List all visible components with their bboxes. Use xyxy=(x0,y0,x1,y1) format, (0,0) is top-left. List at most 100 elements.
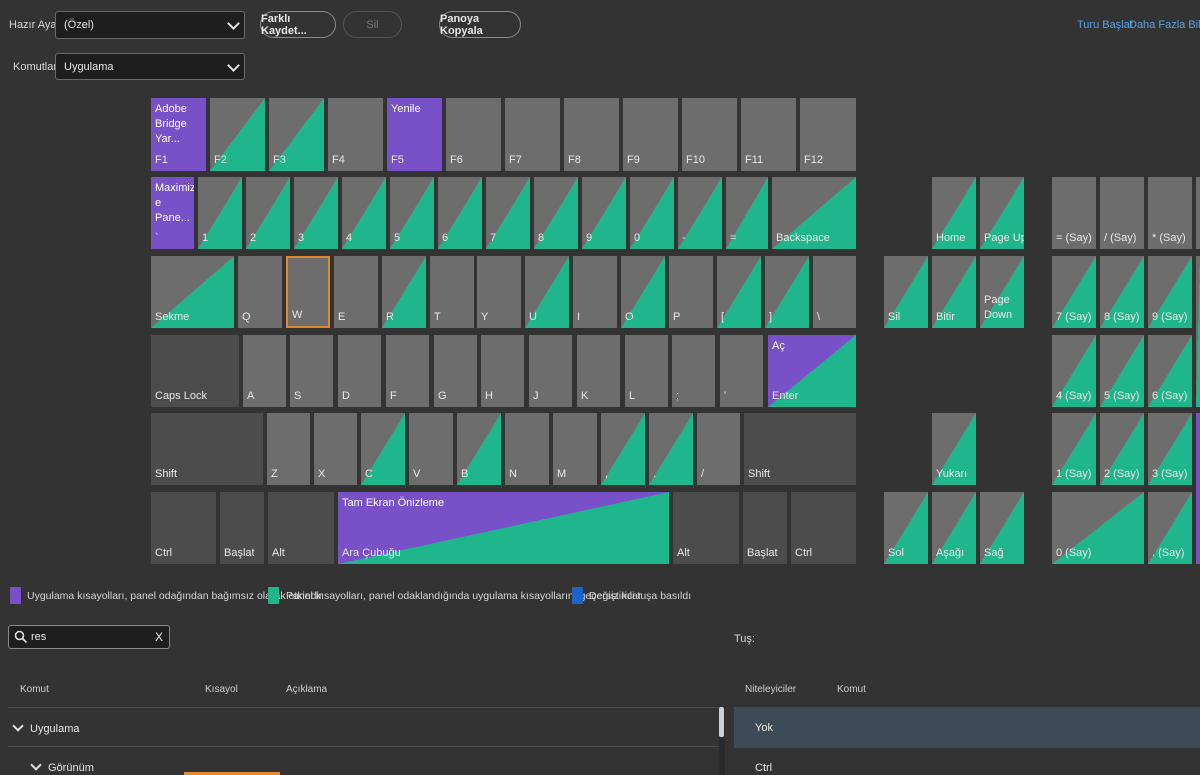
key-up[interactable]: Yukarı xyxy=(932,413,976,485)
key-pagedown[interactable]: Page Down xyxy=(980,256,1024,328)
key-slash[interactable]: / xyxy=(697,413,740,485)
key-c[interactable]: C xyxy=(361,413,405,485)
key-u[interactable]: U xyxy=(525,256,569,328)
key-p[interactable]: P xyxy=(669,256,713,328)
key-o[interactable]: O xyxy=(621,256,665,328)
key-f3[interactable]: F3 xyxy=(269,98,324,171)
key-d0[interactable]: 0 xyxy=(630,177,674,249)
key-del[interactable]: Sil xyxy=(884,256,928,328)
key-backtick[interactable]: Maximiz e Pane... ` xyxy=(151,177,194,249)
key-d[interactable]: D xyxy=(338,335,381,407)
key-b[interactable]: B xyxy=(457,413,501,485)
key-f2[interactable]: F2 xyxy=(210,98,265,171)
key-num-plus[interactable] xyxy=(1196,256,1200,407)
key-d9[interactable]: 9 xyxy=(582,177,626,249)
key-s[interactable]: S xyxy=(290,335,333,407)
key-r[interactable]: R xyxy=(382,256,426,328)
scrollbar-track[interactable] xyxy=(719,707,725,775)
key-d2[interactable]: 2 xyxy=(246,177,290,249)
key-num9[interactable]: 9 (Say) xyxy=(1148,256,1192,328)
key-f8[interactable]: F8 xyxy=(564,98,619,171)
key-i[interactable]: I xyxy=(573,256,617,328)
key-pageup[interactable]: Page Up xyxy=(980,177,1024,249)
key-num8[interactable]: 8 (Say) xyxy=(1100,256,1144,328)
key-q[interactable]: Q xyxy=(238,256,282,328)
key-d3[interactable]: 3 xyxy=(294,177,338,249)
modifier-row-none[interactable]: Yok xyxy=(734,707,1200,747)
key-v[interactable]: V xyxy=(409,413,453,485)
key-f9[interactable]: F9 xyxy=(623,98,678,171)
key-h[interactable]: H xyxy=(481,335,524,407)
clear-search-icon[interactable]: X xyxy=(155,630,163,644)
key-f[interactable]: F xyxy=(386,335,429,407)
key-f7[interactable]: F7 xyxy=(505,98,560,171)
key-num3[interactable]: 3 (Say) xyxy=(1148,413,1192,485)
key-left[interactable]: Sol xyxy=(884,492,928,564)
key-num7[interactable]: 7 (Say) xyxy=(1052,256,1096,328)
key-num2[interactable]: 2 (Say) xyxy=(1100,413,1144,485)
key-backspace[interactable]: Backspace xyxy=(772,177,856,249)
key-n[interactable]: N xyxy=(505,413,549,485)
key-down[interactable]: Aşağı xyxy=(932,492,976,564)
column-header-description[interactable]: Açıklama xyxy=(286,684,327,695)
key-period[interactable]: . xyxy=(649,413,693,485)
key-num5[interactable]: 5 (Say) xyxy=(1100,335,1144,407)
chevron-down-icon[interactable] xyxy=(30,759,42,771)
key-numdot[interactable]: . (Say) xyxy=(1148,492,1192,564)
key-l[interactable]: L xyxy=(625,335,668,407)
key-semicolon[interactable]: ; xyxy=(672,335,715,407)
key-w[interactable]: W xyxy=(286,256,330,328)
key-m[interactable]: M xyxy=(553,413,597,485)
key-ralt[interactable]: Alt xyxy=(673,492,739,564)
key-rstart[interactable]: Başlat xyxy=(743,492,787,564)
key-k[interactable]: K xyxy=(577,335,620,407)
key-lctrl[interactable]: Ctrl xyxy=(151,492,216,564)
key-lstart[interactable]: Başlat xyxy=(220,492,264,564)
column-header-modifiers[interactable]: Niteleyiciler xyxy=(745,684,796,695)
key-rctrl[interactable]: Ctrl xyxy=(791,492,856,564)
key-minus[interactable]: - xyxy=(678,177,722,249)
key-home[interactable]: Home xyxy=(932,177,976,249)
key-lshift[interactable]: Shift xyxy=(151,413,263,485)
column-header-key-command[interactable]: Komut xyxy=(837,684,866,695)
key-num1[interactable]: 1 (Say) xyxy=(1052,413,1096,485)
key-num4[interactable]: 4 (Say) xyxy=(1052,335,1096,407)
key-d8[interactable]: 8 xyxy=(534,177,578,249)
key-d7[interactable]: 7 xyxy=(486,177,530,249)
key-lalt[interactable]: Alt xyxy=(268,492,334,564)
key-num_div[interactable]: / (Say) xyxy=(1100,177,1144,249)
key-f11[interactable]: F11 xyxy=(741,98,796,171)
key-tab[interactable]: Sekme xyxy=(151,256,234,328)
key-y[interactable]: Y xyxy=(477,256,521,328)
key-num0[interactable]: 0 (Say) xyxy=(1052,492,1144,564)
key-j[interactable]: J xyxy=(529,335,572,407)
key-num6[interactable]: 6 (Say) xyxy=(1148,335,1192,407)
scrollbar-thumb[interactable] xyxy=(719,707,724,737)
search-input[interactable]: res xyxy=(31,631,46,643)
key-lbracket[interactable]: [ xyxy=(717,256,761,328)
key-num-enter[interactable] xyxy=(1196,413,1200,564)
key-a[interactable]: A xyxy=(243,335,286,407)
column-header-command[interactable]: Komut xyxy=(20,684,49,695)
key-backslash[interactable]: \ xyxy=(813,256,856,328)
key-e[interactable]: E xyxy=(334,256,378,328)
key-end[interactable]: Bitir xyxy=(932,256,976,328)
key-num_mul[interactable]: * (Say) xyxy=(1148,177,1192,249)
key-d6[interactable]: 6 xyxy=(438,177,482,249)
chevron-down-icon[interactable] xyxy=(12,720,24,732)
modifier-row-ctrl[interactable]: Ctrl xyxy=(734,747,1200,775)
key-f6[interactable]: F6 xyxy=(446,98,501,171)
key-g[interactable]: G xyxy=(434,335,477,407)
key-comma[interactable]: , xyxy=(601,413,645,485)
key-rshift[interactable]: Shift xyxy=(744,413,856,485)
key-f10[interactable]: F10 xyxy=(682,98,737,171)
key-num_eq[interactable]: = (Say) xyxy=(1052,177,1096,249)
key-f5[interactable]: Yenile F5 xyxy=(387,98,442,171)
key-d1[interactable]: 1 xyxy=(198,177,242,249)
key-space[interactable]: Tam Ekran Önizleme Ara Çubuğu xyxy=(338,492,669,564)
key-f4[interactable]: F4 xyxy=(328,98,383,171)
key-rbracket[interactable]: ] xyxy=(765,256,809,328)
tree-row-application[interactable]: Uygulama xyxy=(8,707,720,747)
key-quote[interactable]: ' xyxy=(720,335,763,407)
search-field[interactable]: res X xyxy=(8,625,170,649)
